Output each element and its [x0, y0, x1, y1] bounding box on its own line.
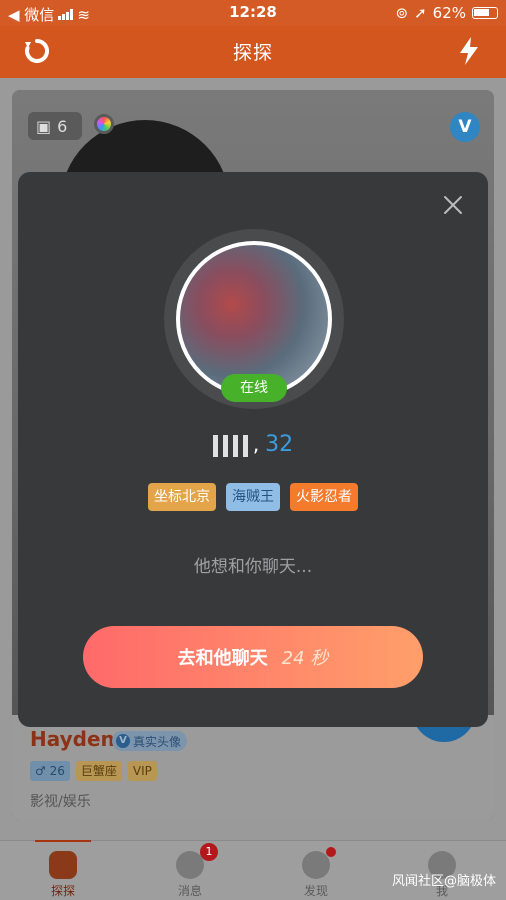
blurred-name	[212, 434, 253, 457]
location-icon: ➚	[414, 4, 427, 22]
tab-label: 消息	[177, 884, 202, 898]
go-chat-button[interactable]: 去和他聊天 24 秒	[83, 626, 423, 688]
photo-count: 6	[57, 116, 68, 136]
battery-icon	[472, 7, 498, 19]
profile-tags: ♂ 26 巨蟹座 VIP	[30, 761, 157, 781]
verified-v-icon: V	[450, 112, 480, 142]
tag-interest: 海贼王	[226, 483, 280, 511]
lightning-icon[interactable]	[458, 36, 480, 66]
countdown: 24 秒	[281, 648, 329, 669]
lock-rotation-icon: ⊚	[395, 4, 409, 22]
chat-invite-modal: 在线 , 32 坐标北京 海贼王 火影忍者 他想和你聊天... 去和他聊天 24 …	[18, 172, 488, 727]
sex-age-tag: ♂ 26	[30, 761, 70, 781]
tag-location: 坐标北京	[148, 483, 216, 511]
watermark: 风闻社区@脑极体	[391, 874, 496, 889]
chat-bubble-icon: 1	[176, 843, 218, 879]
image-icon: ▣	[36, 116, 52, 136]
user-age: 32	[265, 432, 294, 457]
profile-name: Hayden	[30, 727, 115, 751]
close-icon[interactable]	[442, 194, 464, 216]
compass-icon	[302, 847, 336, 879]
avatar-ring: 在线	[164, 229, 344, 409]
chat-hint: 他想和你聊天...	[193, 557, 313, 577]
go-chat-label: 去和他聊天	[177, 648, 268, 669]
tab-messages[interactable]: 1 消息	[150, 843, 230, 899]
verified-icon: V	[116, 734, 130, 748]
app-header: 探探	[0, 26, 506, 78]
cards-icon	[49, 851, 77, 879]
vip-tag: VIP	[127, 761, 157, 781]
occupation: 影视/娱乐	[30, 794, 91, 810]
battery-percent: 62%	[432, 4, 466, 22]
page-title: 探探	[232, 42, 273, 64]
tab-label: 探探	[50, 884, 75, 898]
tab-label: 发现	[303, 884, 328, 898]
zodiac-tag: 巨蟹座	[75, 761, 122, 781]
online-badge: 在线	[221, 374, 287, 402]
user-name-age: , 32	[18, 432, 488, 457]
verified-avatar-badge: V 真实头像	[112, 731, 188, 751]
verified-avatar-label: 真实头像	[133, 734, 182, 749]
tab-tantan[interactable]: 探探	[23, 840, 103, 899]
unread-badge: 1	[200, 843, 218, 861]
name-separator: ,	[252, 432, 260, 456]
color-wheel-icon	[94, 114, 114, 134]
photo-count-badge: ▣ 6	[28, 112, 82, 140]
new-dot	[326, 847, 336, 857]
status-bar: ◀ 微信 ≋ 12:28 ⊚ ➚ 62%	[0, 0, 506, 26]
tab-discover[interactable]: 发现	[276, 847, 356, 899]
tag-interest: 火影忍者	[290, 483, 358, 511]
interest-tags: 坐标北京 海贼王 火影忍者	[18, 483, 488, 511]
